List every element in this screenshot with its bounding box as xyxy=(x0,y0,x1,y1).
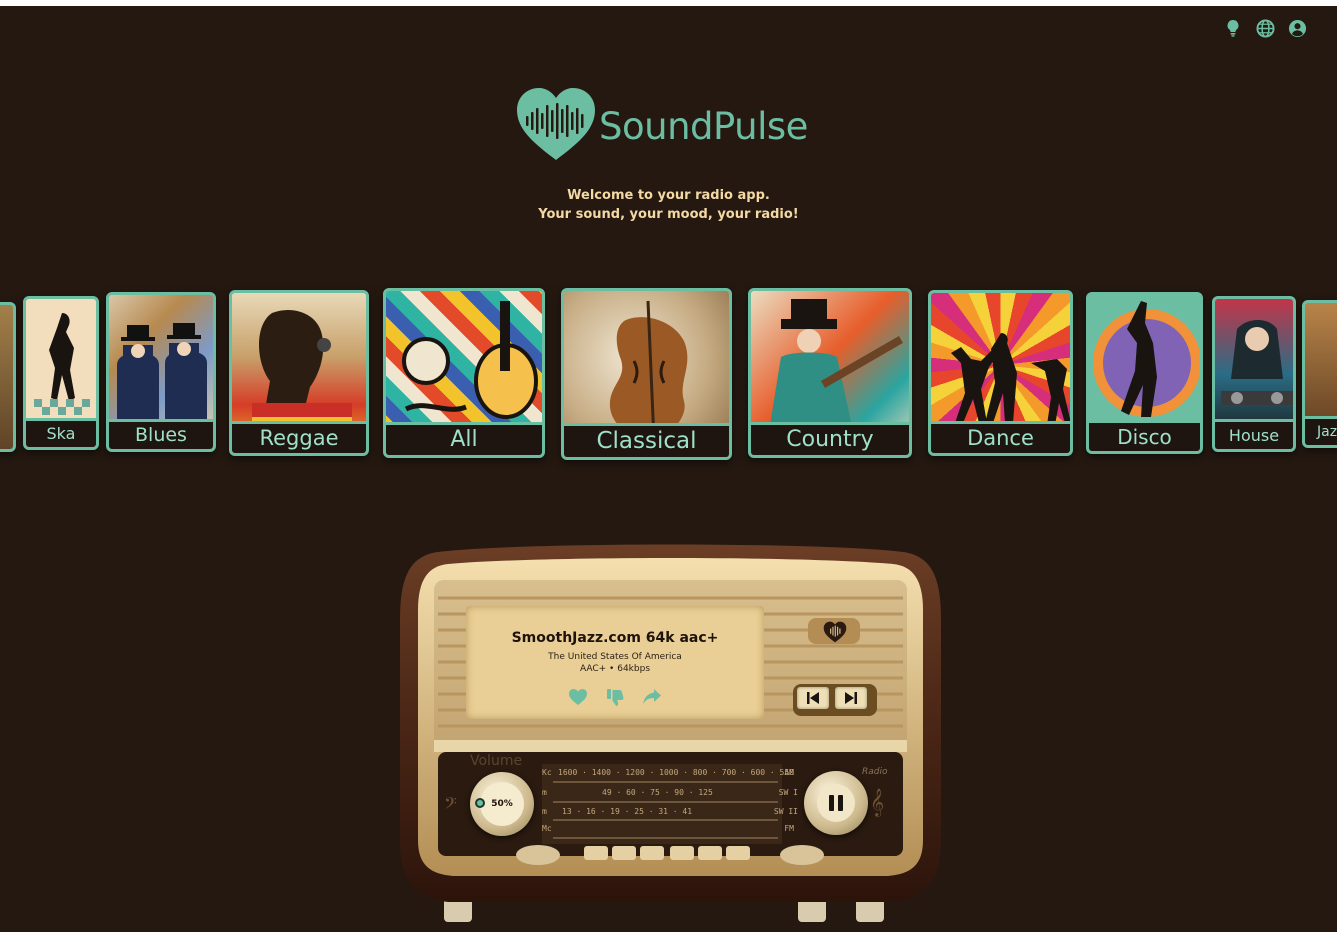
heart-waveform-icon xyxy=(515,86,597,166)
genre-card-country[interactable]: Country xyxy=(748,288,912,458)
radio-emblem xyxy=(820,621,850,647)
genre-card-house[interactable]: House xyxy=(1212,296,1296,452)
clef-icon: 𝄢 xyxy=(444,793,457,817)
radio-badge: Radio xyxy=(862,767,888,777)
genre-card-ska[interactable]: Ska xyxy=(23,296,99,450)
genre-label: House xyxy=(1215,419,1293,449)
pause-knob-face xyxy=(817,784,855,822)
top-toolbar xyxy=(1223,18,1307,38)
previous-track-button[interactable] xyxy=(797,687,829,709)
dial-fm-label: FM xyxy=(784,824,794,833)
dial-sw1-scale: 49 · 60 · 75 · 90 · 125 xyxy=(602,788,713,797)
genre-label: Classical xyxy=(564,423,729,457)
pause-button[interactable] xyxy=(804,771,868,835)
station-country: The United States Of America xyxy=(548,652,682,662)
genre-card-partial-left[interactable] xyxy=(0,302,16,452)
thumbs-down-icon[interactable] xyxy=(606,688,624,707)
genre-label: Dance xyxy=(931,421,1070,453)
volume-label: Volume xyxy=(470,753,523,769)
dial-kc-scale: 1600 · 1400 · 1200 · 1000 · 800 · 700 · … xyxy=(558,768,795,777)
genre-label: Reggae xyxy=(232,421,366,453)
dial-sw1-label: SW I xyxy=(778,788,798,797)
dial-sw2-scale: 13 · 16 · 19 · 25 · 31 · 41 xyxy=(562,807,693,816)
genre-label: Blues xyxy=(109,419,213,449)
heart-icon[interactable] xyxy=(568,688,588,707)
genre-label: Jazz xyxy=(1305,416,1337,445)
station-actions xyxy=(466,688,764,707)
pause-icon xyxy=(829,795,843,811)
genre-card-blues[interactable]: Blues xyxy=(106,292,216,452)
dial-sw2-label: SW II xyxy=(773,807,798,816)
skip-previous-icon xyxy=(807,692,819,704)
genre-card-jazz[interactable]: Jazz xyxy=(1302,300,1337,448)
welcome-line-1: Welcome to your radio app. xyxy=(567,188,770,203)
skip-controls xyxy=(797,687,867,709)
lightbulb-icon[interactable] xyxy=(1223,18,1243,38)
skip-next-icon xyxy=(845,692,857,704)
dial-mc-label: Mc xyxy=(542,824,552,833)
station-bitrate: AAC+ • 64kbps xyxy=(579,664,651,674)
genre-card-classical[interactable]: Classical xyxy=(561,288,732,460)
genre-card-all[interactable]: All xyxy=(383,288,545,458)
dial-kc-label: Kc xyxy=(542,768,552,777)
genre-card-disco[interactable]: Disco xyxy=(1086,292,1203,454)
dial-m-label: m xyxy=(542,788,547,797)
top-strip xyxy=(0,0,1337,6)
genre-label: Disco xyxy=(1089,420,1200,451)
share-icon[interactable] xyxy=(642,688,662,707)
globe-icon[interactable] xyxy=(1255,18,1275,38)
genre-carousel: Ska Blues Reggae All Classical Country D… xyxy=(0,280,1337,470)
volume-indicator-dot xyxy=(475,798,485,808)
welcome-message: Welcome to your radio app. Your sound, y… xyxy=(0,186,1337,224)
genre-card-reggae[interactable]: Reggae xyxy=(229,290,369,456)
next-track-button[interactable] xyxy=(835,687,867,709)
now-playing-display: SmoothJazz.com 64k aac+ The United State… xyxy=(466,606,764,719)
brand-name: SoundPulse xyxy=(599,104,808,148)
brand-logo: SoundPulse xyxy=(515,86,808,166)
user-icon[interactable] xyxy=(1287,18,1307,38)
treble-clef-icon: 𝄞 xyxy=(870,788,885,816)
vintage-radio-player xyxy=(398,540,943,925)
welcome-line-2: Your sound, your mood, your radio! xyxy=(538,207,799,222)
dial-m2-label: m xyxy=(542,807,547,816)
genre-label: Country xyxy=(751,422,909,455)
genre-card-dance[interactable]: Dance xyxy=(928,290,1073,456)
station-name: SmoothJazz.com 64k aac+ xyxy=(511,630,719,646)
tuning-dial: Kc 1600 · 1400 · 1200 · 1000 · 800 · 700… xyxy=(542,766,798,838)
volume-value: 50% xyxy=(480,782,524,826)
genre-label: Ska xyxy=(26,418,96,447)
volume-knob[interactable]: 50% xyxy=(470,772,534,836)
dial-am-label: AM xyxy=(784,768,794,777)
genre-label: All xyxy=(386,422,542,455)
genre-art xyxy=(0,305,13,449)
